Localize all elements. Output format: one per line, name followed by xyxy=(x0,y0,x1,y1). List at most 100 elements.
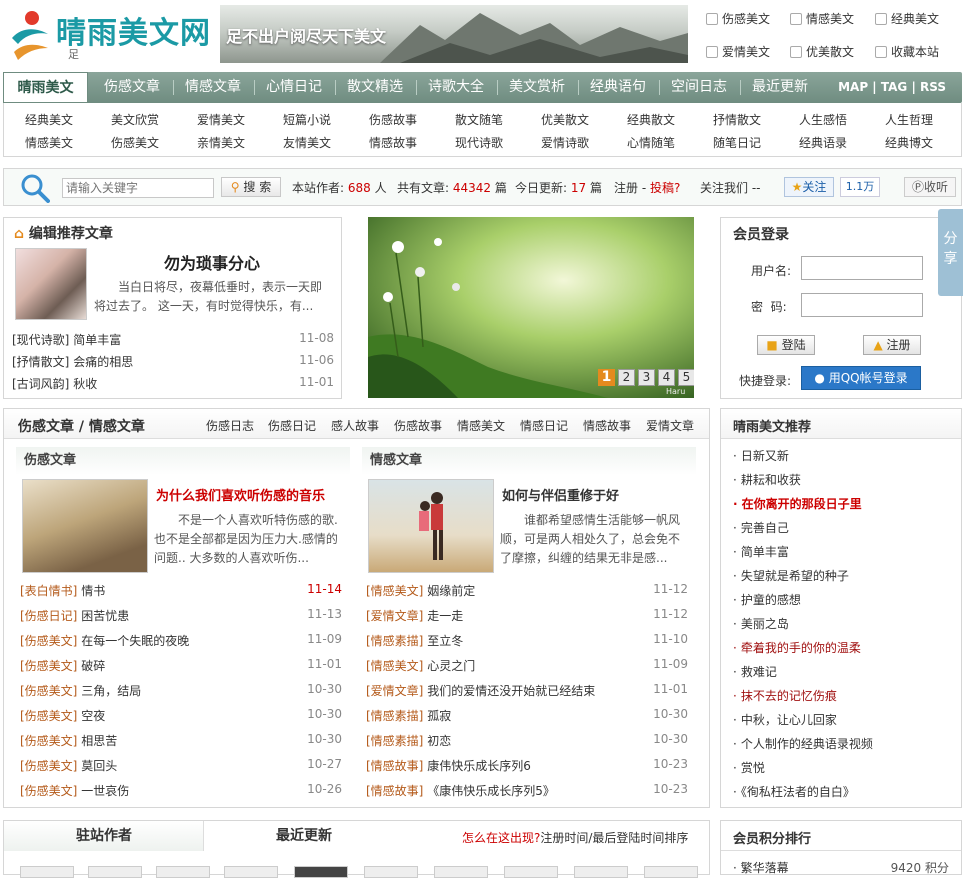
recommend-item[interactable]: 救难记 xyxy=(733,663,777,680)
quick-link-3[interactable]: 经典美文 xyxy=(875,10,939,27)
slider-page-1[interactable]: 1 xyxy=(598,369,615,386)
subnav-item[interactable]: 人生哲理 xyxy=(874,111,944,128)
list-title[interactable]: 破碎 xyxy=(81,659,105,673)
list-title[interactable]: 三角，结局 xyxy=(81,684,141,698)
recommend-item[interactable]: 失望就是希望的种子 xyxy=(733,567,849,584)
tab-emotion-articles[interactable]: 情感文章 xyxy=(89,419,145,435)
nav-item[interactable]: 心情日记 xyxy=(266,72,322,103)
subnav-item[interactable]: 经典散文 xyxy=(616,111,686,128)
list-item[interactable]: [现代诗歌] 简单丰富 11-08 xyxy=(12,331,334,348)
quick-link-1[interactable]: 伤感美文 xyxy=(706,10,770,27)
subnav-item[interactable]: 经典美文 xyxy=(14,111,84,128)
image-slider[interactable]: Haru 1 2 3 4 5 xyxy=(368,217,694,398)
subnav-item[interactable]: 散文随笔 xyxy=(444,111,514,128)
quick-link-4[interactable]: 爱情美文 xyxy=(706,43,770,60)
subnav-item[interactable]: 随笔日记 xyxy=(702,134,772,151)
article-tag[interactable]: 感人故事 xyxy=(331,417,379,434)
recommend-thumbnail[interactable] xyxy=(15,248,87,320)
ranking-item-name[interactable]: · 繁华落幕 xyxy=(733,859,789,876)
list-item[interactable]: [情感素描] 初恋 10-30 xyxy=(366,732,688,749)
recommend-item[interactable]: 个人制作的经典语录视频 xyxy=(733,735,873,752)
list-title[interactable]: 心灵之门 xyxy=(427,659,475,673)
recommend-item[interactable]: 美丽之岛 xyxy=(733,615,789,632)
avatar[interactable] xyxy=(20,866,74,878)
subnav-item[interactable]: 友情美文 xyxy=(272,134,342,151)
list-item[interactable]: [伤感美文] 破碎 11-01 xyxy=(20,657,342,674)
list-category[interactable]: [伤感美文] xyxy=(20,784,77,798)
subnav-item[interactable]: 短篇小说 xyxy=(272,111,342,128)
list-category[interactable]: [伤感美文] xyxy=(20,759,77,773)
recommend-item[interactable]: 牵着我的手的你的温柔 xyxy=(733,639,861,656)
nav-item[interactable]: 伤感文章 xyxy=(104,72,160,103)
recommend-item[interactable]: 《徇私枉法者的自白》 xyxy=(733,783,855,800)
subnav-item[interactable]: 美文欣赏 xyxy=(100,111,170,128)
avatar[interactable] xyxy=(504,866,558,878)
quick-link-6[interactable]: 收藏本站 xyxy=(875,43,939,60)
right-feature-title[interactable]: 如何与伴侣重修于好 xyxy=(502,485,619,504)
avatar[interactable] xyxy=(294,866,348,878)
list-item[interactable]: [情感美文] 心灵之门 11-09 xyxy=(366,657,688,674)
username-field[interactable] xyxy=(801,256,923,280)
quick-link-5[interactable]: 优美散文 xyxy=(790,43,854,60)
list-category[interactable]: [爱情文章] xyxy=(366,609,423,623)
list-title[interactable]: 一世哀伤 xyxy=(81,784,129,798)
list-title[interactable]: 至立冬 xyxy=(427,634,463,648)
list-item[interactable]: [表白情书] 情书 11-14 xyxy=(20,582,342,599)
list-item[interactable]: [伤感美文] 三角，结局 10-30 xyxy=(20,682,342,699)
nav-item[interactable]: 空间日志 xyxy=(671,72,727,103)
list-category[interactable]: [情感素描] xyxy=(366,634,423,648)
share-tab[interactable]: 分享 xyxy=(938,209,963,296)
slider-page-4[interactable]: 4 xyxy=(658,369,675,386)
list-title[interactable]: 走一走 xyxy=(427,609,463,623)
sort-note-question[interactable]: 怎么在这出现? xyxy=(462,831,540,845)
list-title[interactable]: 初恋 xyxy=(427,734,451,748)
subnav-item[interactable]: 伤感故事 xyxy=(358,111,428,128)
list-category[interactable]: [表白情书] xyxy=(20,584,77,598)
list-category[interactable]: [情感美文] xyxy=(366,584,423,598)
tab-sad-articles[interactable]: 伤感文章 xyxy=(18,419,74,435)
subnav-item[interactable]: 爱情诗歌 xyxy=(530,134,600,151)
listen-button[interactable]: Ⓟ收听 xyxy=(904,177,956,197)
list-title[interactable]: 姻缘前定 xyxy=(427,584,475,598)
recommend-item[interactable]: 赏悦 xyxy=(733,759,765,776)
recommend-item[interactable]: 抹不去的记忆伤痕 xyxy=(733,687,837,704)
tab-recent-updates[interactable]: 最近更新 xyxy=(204,821,404,851)
site-logo[interactable]: 晴雨美文网 足 xyxy=(6,6,211,66)
list-item[interactable]: [古词风韵] 秋收 11-01 xyxy=(12,375,334,392)
follow-button[interactable]: ★关注 xyxy=(784,177,834,197)
recommend-item[interactable]: 日新又新 xyxy=(733,447,789,464)
register-link[interactable]: 注册 - xyxy=(614,181,646,195)
password-field[interactable] xyxy=(801,293,923,317)
list-item[interactable]: [爱情文章] 走一走 11-12 xyxy=(366,607,688,624)
search-button[interactable]: ⚲ 搜 索 xyxy=(221,177,281,197)
list-item[interactable]: [伤感日记] 困苦忧患 11-13 xyxy=(20,607,342,624)
avatar[interactable] xyxy=(434,866,488,878)
subnav-item[interactable]: 经典语录 xyxy=(788,134,858,151)
list-title[interactable]: 孤寂 xyxy=(427,709,451,723)
list-item[interactable]: [伤感美文] 空夜 10-30 xyxy=(20,707,342,724)
list-item[interactable]: [爱情文章] 我们的爱情还没开始就已经结束 11-01 xyxy=(366,682,688,699)
article-tag[interactable]: 情感日记 xyxy=(520,417,568,434)
list-category[interactable]: [伤感日记] xyxy=(20,609,77,623)
subnav-item[interactable]: 抒情散文 xyxy=(702,111,772,128)
list-item[interactable]: [伤感美文] 一世哀伤 10-26 xyxy=(20,782,342,799)
subnav-item[interactable]: 优美散文 xyxy=(530,111,600,128)
nav-map-tag-rss[interactable]: MAP | TAG | RSS xyxy=(838,72,946,103)
avatar[interactable] xyxy=(156,866,210,878)
recommend-item[interactable]: 中秋，让心儿回家 xyxy=(733,711,837,728)
recommend-item[interactable]: 耕耘和收获 xyxy=(733,471,801,488)
slider-page-3[interactable]: 3 xyxy=(638,369,655,386)
list-category[interactable]: [情感故事] xyxy=(366,759,423,773)
list-title[interactable]: 情书 xyxy=(81,584,105,598)
list-item[interactable]: [情感素描] 至立冬 11-10 xyxy=(366,632,688,649)
recommend-title[interactable]: 勿为琐事分心 xyxy=(104,250,320,274)
register-button[interactable]: ▲ 注册 xyxy=(863,335,921,355)
recommend-item[interactable]: 简单丰富 xyxy=(733,543,789,560)
list-item[interactable]: [情感美文] 姻缘前定 11-12 xyxy=(366,582,688,599)
article-tag[interactable]: 情感故事 xyxy=(583,417,631,434)
list-category[interactable]: [伤感美文] xyxy=(20,659,77,673)
subnav-item[interactable]: 伤感美文 xyxy=(100,134,170,151)
avatar[interactable] xyxy=(224,866,278,878)
article-tag[interactable]: 伤感日记 xyxy=(268,417,316,434)
slider-page-5[interactable]: 5 xyxy=(678,369,694,386)
